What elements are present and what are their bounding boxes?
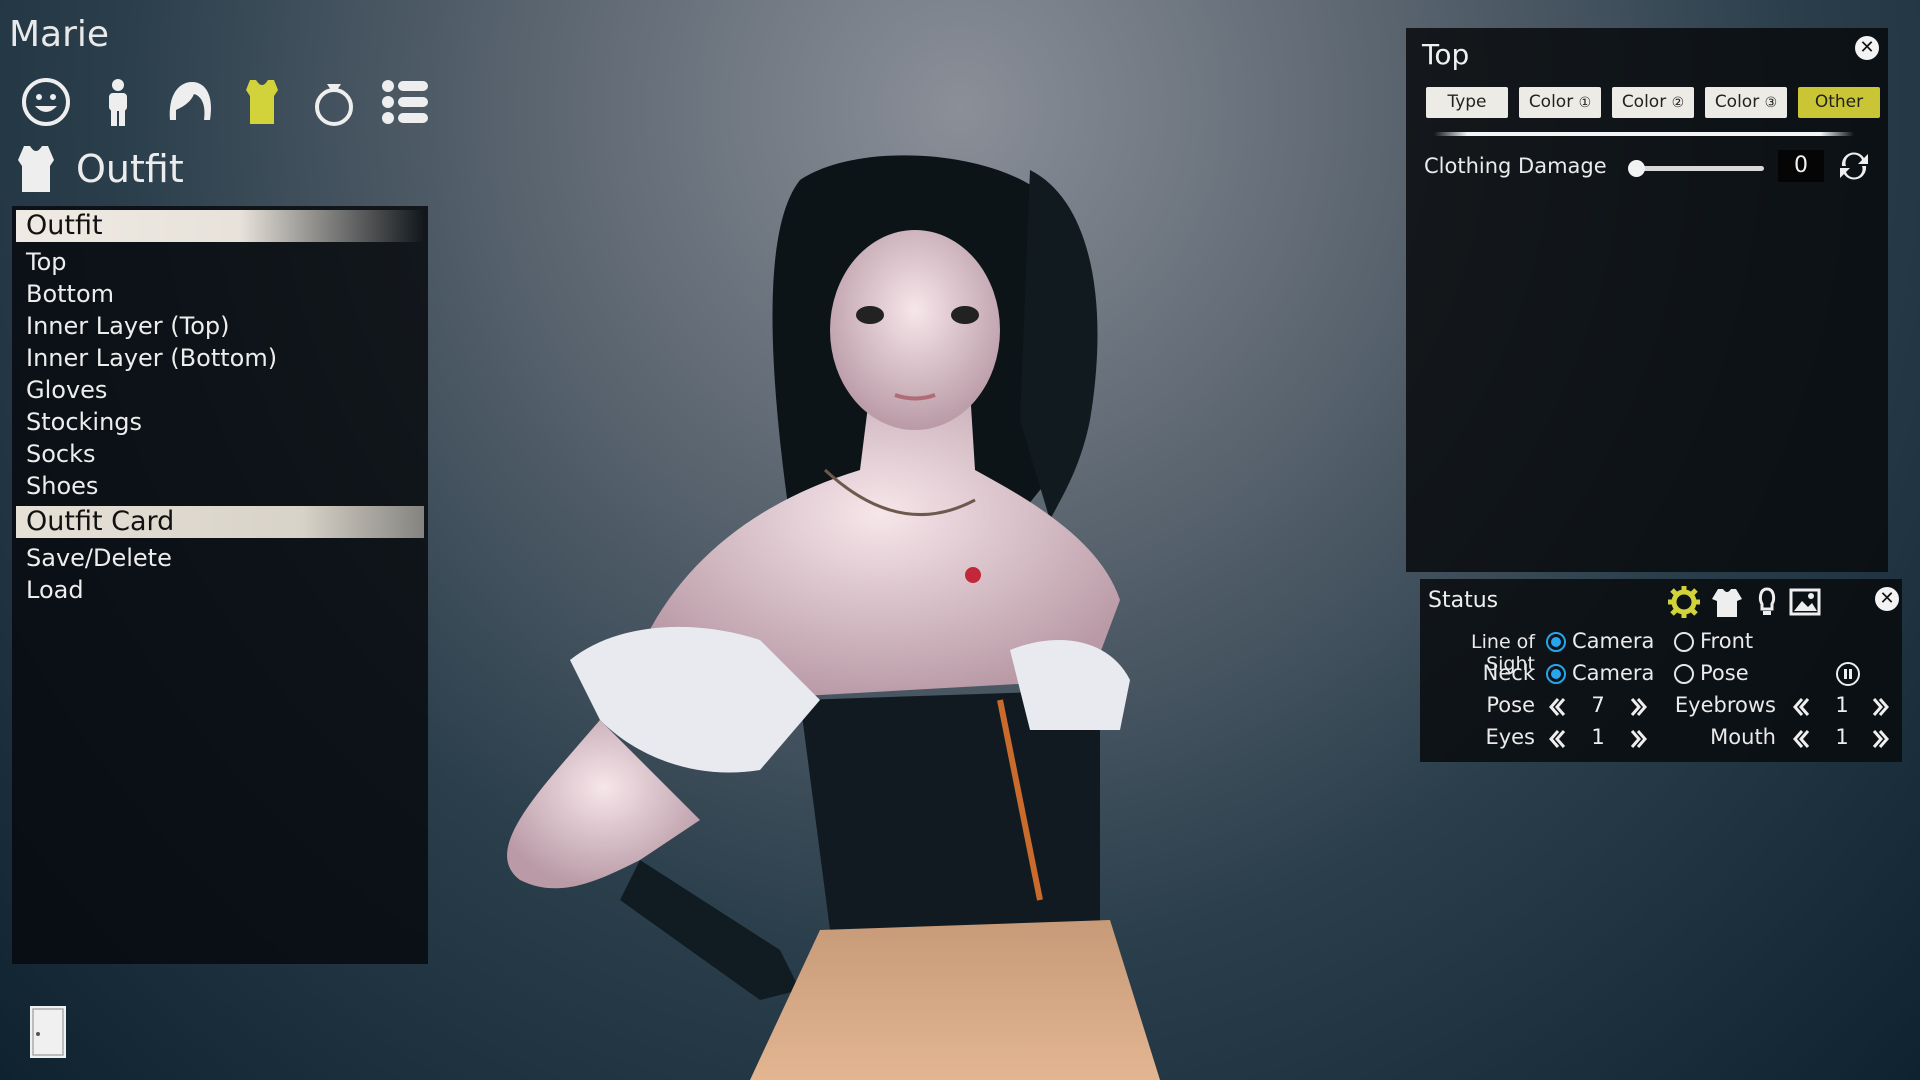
status-panel: Status ✕ Line of Sight Camera Front Neck…: [1420, 579, 1902, 762]
shirt-icon: [18, 146, 54, 192]
section-header: Outfit: [14, 144, 184, 194]
exit-door-icon[interactable]: [28, 1004, 68, 1060]
top-settings-panel: Top ✕ Type Color ① Color ② Color ③ Other…: [1406, 28, 1888, 572]
neck-camera-label: Camera: [1572, 661, 1655, 685]
neck-camera-radio[interactable]: [1546, 664, 1566, 684]
mouth-value: 1: [1835, 725, 1849, 749]
pause-icon[interactable]: [1835, 661, 1861, 687]
menu-item-top[interactable]: Top: [12, 246, 428, 278]
eyes-value: 1: [1591, 725, 1605, 749]
mouth-label: Mouth: [1710, 725, 1776, 749]
tab-color-3-label: Color: [1714, 92, 1760, 112]
accessory-ring-icon: [315, 84, 353, 126]
menu-item-shoes[interactable]: Shoes: [12, 470, 428, 502]
body-icon: [109, 79, 127, 126]
eyebrows-prev-icon[interactable]: [1790, 696, 1812, 718]
top-tabs: Type Color ① Color ② Color ③ Other: [1426, 87, 1880, 118]
tab-color-2[interactable]: Color ②: [1612, 87, 1694, 118]
clothing-damage-label: Clothing Damage: [1424, 154, 1607, 178]
clothing-icon: [246, 80, 278, 124]
gear-icon[interactable]: [1667, 585, 1701, 619]
menu-item-save-delete[interactable]: Save/Delete: [12, 542, 428, 574]
reset-icon[interactable]: [1836, 148, 1872, 184]
close-icon: ✕: [1859, 37, 1875, 58]
list-menu-icon: [382, 80, 428, 124]
menu-item-bottom[interactable]: Bottom: [12, 278, 428, 310]
eyes-prev-icon[interactable]: [1546, 728, 1568, 750]
tab-type[interactable]: Type: [1426, 87, 1508, 118]
group-header-outfit: Outfit: [16, 210, 424, 242]
hair-icon: [169, 82, 212, 120]
menu-item-load[interactable]: Load: [12, 574, 428, 606]
group-header-outfit-card: Outfit Card: [16, 506, 424, 538]
line-of-sight-front-label: Front: [1700, 629, 1754, 653]
menu-item-inner-top[interactable]: Inner Layer (Top): [12, 310, 428, 342]
outfit-icon[interactable]: [1710, 585, 1744, 619]
mouth-next-icon[interactable]: [1870, 728, 1892, 750]
eyebrows-value: 1: [1835, 693, 1849, 717]
menu-item-stockings[interactable]: Stockings: [12, 406, 428, 438]
menu-item-gloves[interactable]: Gloves: [12, 374, 428, 406]
hair-category-button[interactable]: [154, 72, 226, 132]
close-status-button[interactable]: ✕: [1875, 587, 1899, 611]
tab-color-1[interactable]: Color ①: [1519, 87, 1601, 118]
close-panel-button[interactable]: ✕: [1855, 36, 1879, 60]
eyebrows-next-icon[interactable]: [1870, 696, 1892, 718]
slider-handle[interactable]: [1628, 160, 1645, 177]
close-icon: ✕: [1879, 588, 1895, 609]
eyebrows-label: Eyebrows: [1674, 693, 1776, 717]
line-of-sight-front-radio[interactable]: [1674, 632, 1694, 652]
pose-next-icon[interactable]: [1628, 696, 1650, 718]
system-menu-button[interactable]: [370, 72, 442, 132]
clothing-damage-value[interactable]: 0: [1778, 150, 1824, 182]
menu-item-socks[interactable]: Socks: [12, 438, 428, 470]
eyes-next-icon[interactable]: [1628, 728, 1650, 750]
tab-other[interactable]: Other: [1798, 87, 1880, 118]
tab-type-label: Type: [1447, 92, 1487, 112]
clothing-damage-slider[interactable]: [1628, 160, 1764, 177]
tab-other-label: Other: [1814, 92, 1864, 112]
section-title: Outfit: [76, 147, 184, 191]
status-title: Status: [1428, 588, 1499, 613]
pose-prev-icon[interactable]: [1546, 696, 1568, 718]
tab-color-2-number: ②: [1671, 95, 1685, 111]
line-of-sight-camera-radio[interactable]: [1546, 632, 1566, 652]
neck-pose-radio[interactable]: [1674, 664, 1694, 684]
outfit-menu-panel: Outfit Top Bottom Inner Layer (Top) Inne…: [12, 206, 428, 964]
face-category-button[interactable]: [10, 72, 82, 132]
tab-color-3-number: ③: [1764, 95, 1778, 111]
tab-color-1-label: Color: [1528, 92, 1574, 112]
menu-item-inner-bottom[interactable]: Inner Layer (Bottom): [12, 342, 428, 374]
tab-color-1-number: ①: [1578, 95, 1592, 111]
tab-underline: [1434, 132, 1854, 136]
pose-value: 7: [1591, 693, 1605, 717]
background-image-icon[interactable]: [1788, 585, 1822, 619]
panel-title: Top: [1422, 38, 1470, 71]
clothing-category-button[interactable]: [226, 72, 298, 132]
neck-label: Neck: [1482, 661, 1535, 685]
face-icon: [22, 78, 70, 126]
neck-pose-label: Pose: [1700, 661, 1749, 685]
character-name: Marie: [9, 14, 110, 55]
line-of-sight-camera-label: Camera: [1572, 629, 1655, 653]
mouth-prev-icon[interactable]: [1790, 728, 1812, 750]
light-bulb-icon[interactable]: [1750, 585, 1784, 619]
tab-color-2-label: Color: [1621, 92, 1667, 112]
pose-label: Pose: [1486, 693, 1535, 717]
tab-color-3[interactable]: Color ③: [1705, 87, 1787, 118]
body-category-button[interactable]: [82, 72, 154, 132]
accessory-category-button[interactable]: [298, 72, 370, 132]
category-toolbar: [10, 72, 442, 132]
eyes-label: Eyes: [1485, 725, 1535, 749]
